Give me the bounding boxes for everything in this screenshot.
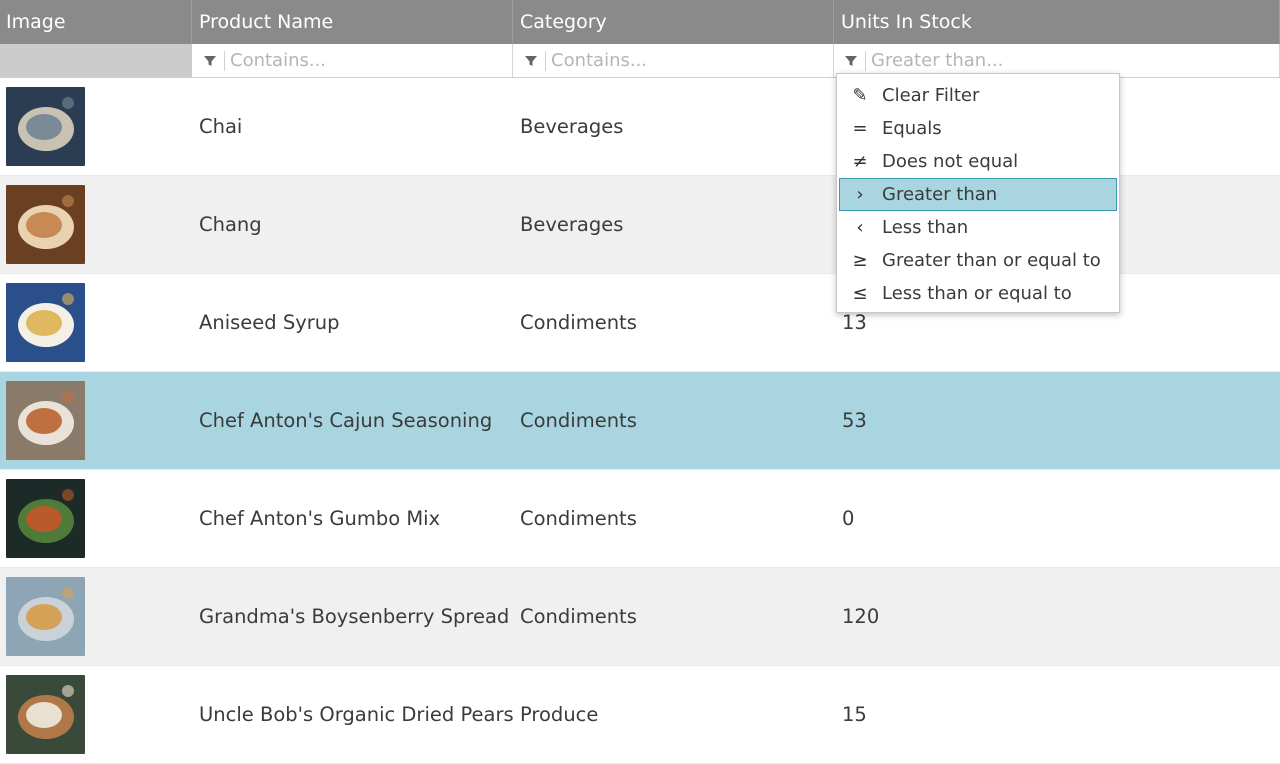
filter-menu-item[interactable]: ‹ Less than — [839, 211, 1117, 244]
filter-funnel-icon[interactable] — [202, 53, 218, 69]
product-name-cell: Aniseed Syrup — [199, 311, 340, 334]
product-name-cell: Chai — [199, 115, 243, 138]
image-cell — [0, 479, 192, 558]
filter-cell-category — [513, 44, 834, 77]
filter-menu-item-label: Greater than — [882, 184, 998, 205]
grid-header: Image Product Name Category Units In Sto… — [0, 0, 1280, 44]
image-cell — [0, 577, 192, 656]
filter-menu-item-label: Less than or equal to — [882, 283, 1072, 304]
product-thumbnail — [6, 479, 85, 558]
filter-separator — [224, 50, 225, 71]
greater-equal-icon: ≥ — [852, 250, 868, 271]
product-name-cell: Grandma's Boysenberry Spread — [199, 605, 510, 628]
filter-menu-item[interactable]: = Equals — [839, 112, 1117, 145]
units-in-stock-cell: 15 — [842, 703, 867, 726]
product-name-cell: Chef Anton's Gumbo Mix — [199, 507, 441, 530]
column-header-image[interactable]: Image — [0, 0, 192, 44]
not-equal-icon: ≠ — [852, 151, 868, 172]
category-cell: Beverages — [520, 213, 624, 236]
less-than-icon: ‹ — [856, 217, 864, 238]
category-cell: Beverages — [520, 115, 624, 138]
units-in-stock-cell: 120 — [842, 605, 880, 628]
eraser-icon: ✎ — [852, 85, 868, 106]
greater-than-icon: › — [856, 184, 864, 205]
filter-menu-item-label: Equals — [882, 118, 942, 139]
product-name-cell: Chef Anton's Cajun Seasoning — [199, 409, 493, 432]
filter-cell-product-name — [192, 44, 513, 77]
product-name-cell: Chang — [199, 213, 262, 236]
filter-separator — [545, 50, 546, 71]
table-row[interactable]: Uncle Bob's Organic Dried Pears Produce 15 — [0, 666, 1280, 764]
product-thumbnail — [6, 381, 85, 460]
product-name-filter-input[interactable] — [230, 50, 490, 71]
filter-menu-item-label: Greater than or equal to — [882, 250, 1101, 271]
image-cell — [0, 185, 192, 264]
units-in-stock-cell: 0 — [842, 507, 855, 530]
units-in-stock-cell: 13 — [842, 311, 867, 334]
filter-cell-image — [0, 44, 192, 77]
filter-funnel-icon[interactable] — [523, 53, 539, 69]
product-thumbnail — [6, 185, 85, 264]
filter-funnel-icon[interactable] — [843, 53, 859, 69]
column-header-category[interactable]: Category — [513, 0, 834, 44]
category-cell: Produce — [520, 703, 599, 726]
category-cell: Condiments — [520, 409, 637, 432]
filter-separator — [865, 50, 866, 71]
category-filter-input[interactable] — [551, 50, 811, 71]
image-cell — [0, 87, 192, 166]
product-thumbnail — [6, 675, 85, 754]
filter-menu-item[interactable]: ≥ Greater than or equal to — [839, 244, 1117, 277]
product-thumbnail — [6, 87, 85, 166]
category-cell: Condiments — [520, 311, 637, 334]
category-cell: Condiments — [520, 605, 637, 628]
filter-menu-item[interactable]: ✎ Clear Filter — [839, 79, 1117, 112]
filter-menu-item[interactable]: ≤ Less than or equal to — [839, 277, 1117, 310]
filter-menu-item-label: Does not equal — [882, 151, 1019, 172]
units-in-stock-filter-input[interactable] — [871, 50, 1131, 71]
filter-menu-item[interactable]: › Greater than — [839, 178, 1117, 211]
table-row[interactable]: Chef Anton's Cajun Seasoning Condiments 53 — [0, 372, 1280, 470]
filter-condition-menu: ✎ Clear Filter = Equals ≠ Does not equal › Grea… — [836, 73, 1120, 313]
image-cell — [0, 675, 192, 754]
category-cell: Condiments — [520, 507, 637, 530]
table-row[interactable]: Chef Anton's Gumbo Mix Condiments 0 — [0, 470, 1280, 568]
filter-menu-item[interactable]: ≠ Does not equal — [839, 145, 1117, 178]
product-name-cell: Uncle Bob's Organic Dried Pears — [199, 703, 514, 726]
image-cell — [0, 381, 192, 460]
less-equal-icon: ≤ — [852, 283, 868, 304]
product-thumbnail — [6, 283, 85, 362]
image-cell — [0, 283, 192, 362]
product-thumbnail — [6, 577, 85, 656]
filter-menu-item-label: Clear Filter — [882, 85, 980, 106]
filter-menu-item-label: Less than — [882, 217, 969, 238]
units-in-stock-cell: 53 — [842, 409, 867, 432]
column-header-product-name[interactable]: Product Name — [192, 0, 513, 44]
equals-icon: = — [852, 118, 868, 139]
table-row[interactable]: Grandma's Boysenberry Spread Condiments 12… — [0, 568, 1280, 666]
column-header-units-in-stock[interactable]: Units In Stock — [834, 0, 1280, 44]
